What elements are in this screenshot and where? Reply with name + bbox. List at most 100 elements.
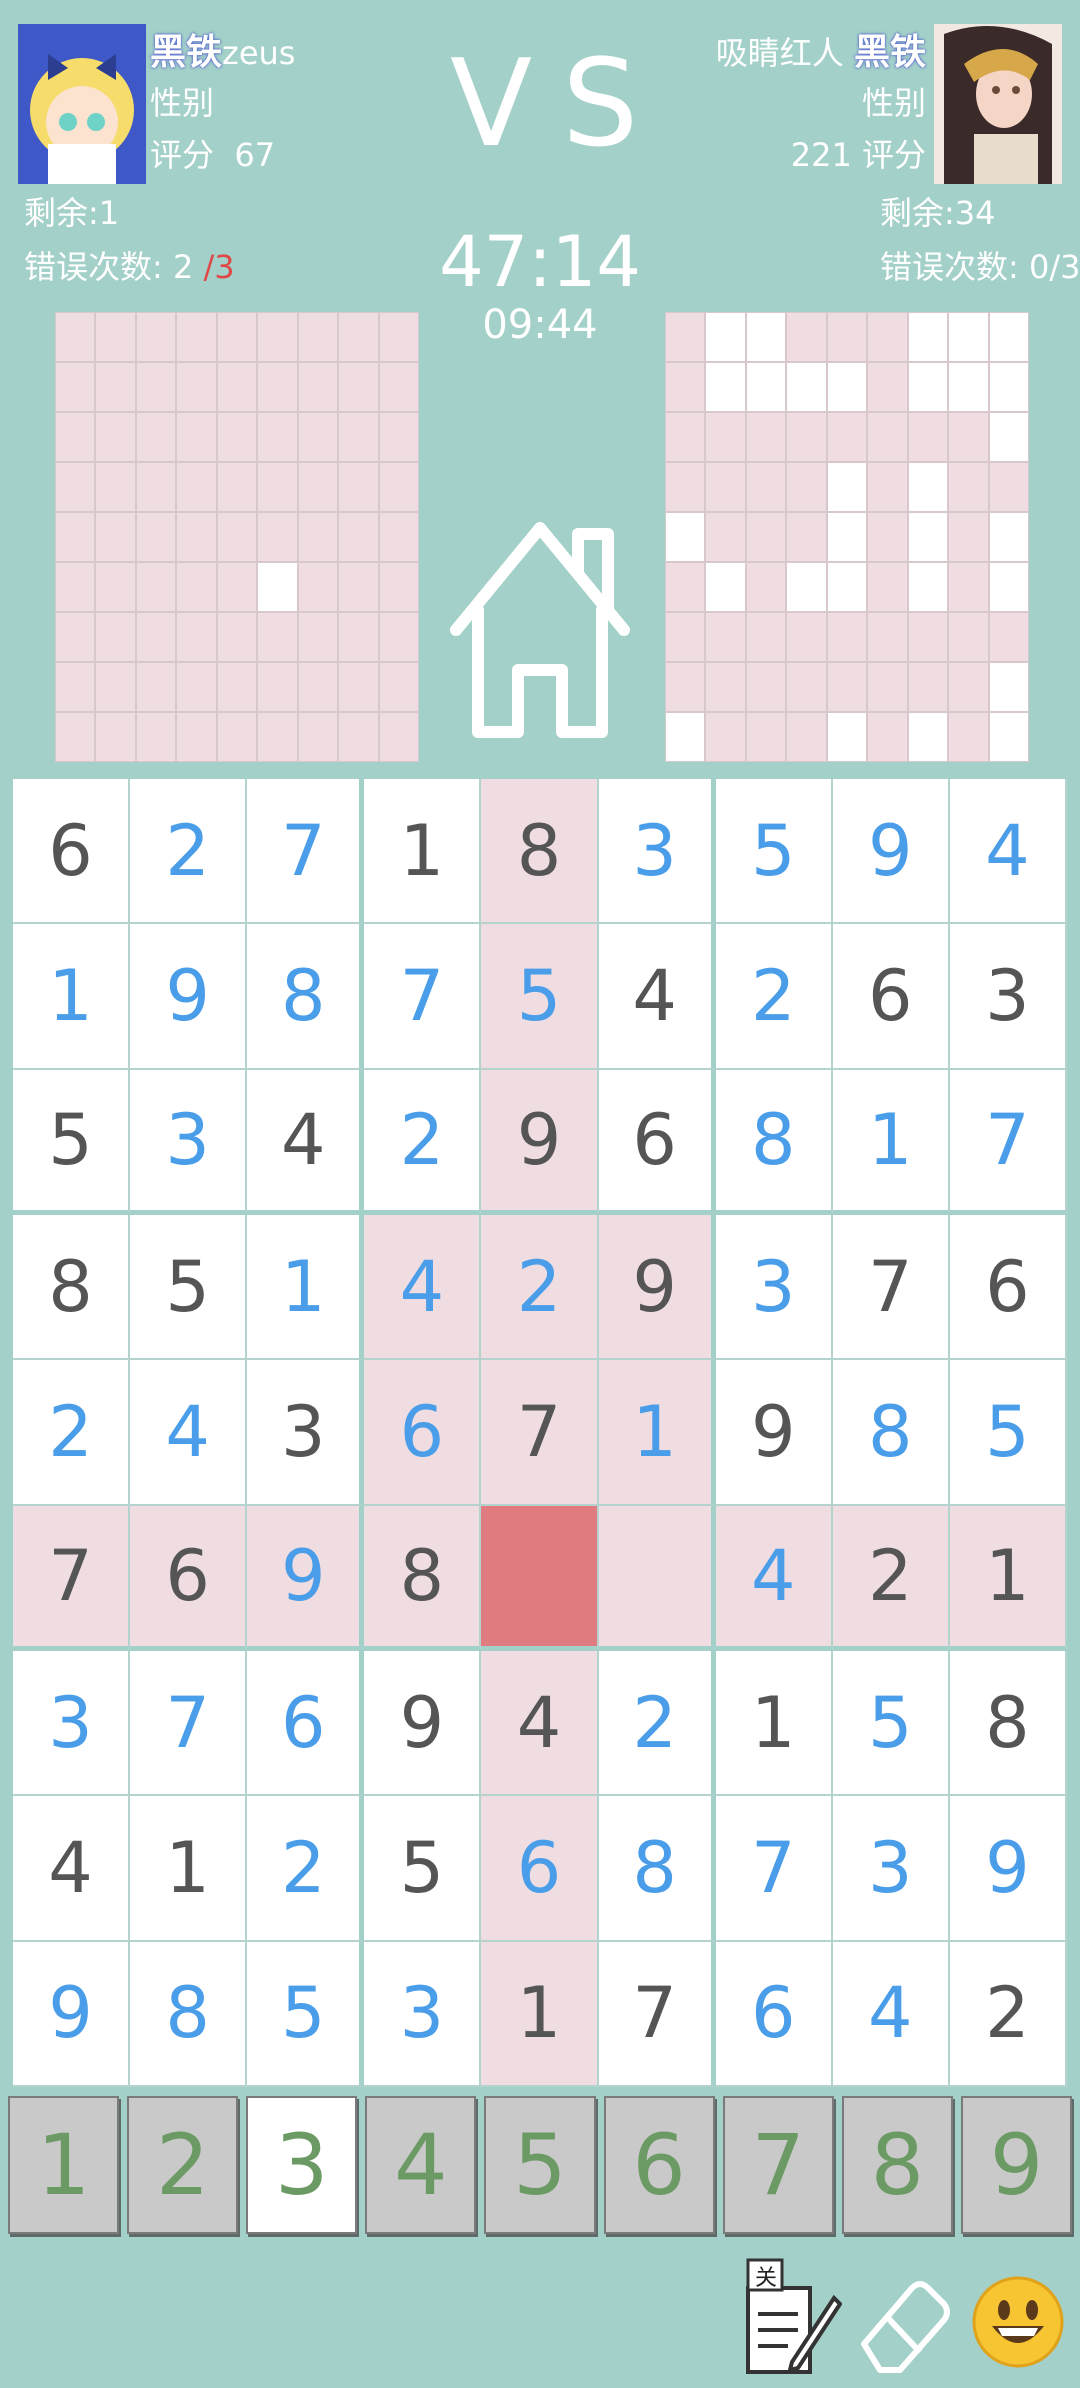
- board-cell-r1-c1[interactable]: 6: [13, 779, 131, 925]
- board-cell-r3-c3[interactable]: 4: [247, 1069, 365, 1215]
- board-cell-r7-c9[interactable]: 8: [949, 1650, 1067, 1797]
- board-cell-r2-c4[interactable]: 7: [364, 924, 482, 1070]
- board-cell-r1-c4[interactable]: 1: [364, 779, 482, 925]
- numpad-key-5[interactable]: 5: [484, 2096, 596, 2234]
- board-cell-r8-c7[interactable]: 7: [715, 1796, 833, 1942]
- board-cell-r1-c2[interactable]: 2: [130, 779, 248, 925]
- board-cell-r8-c1[interactable]: 4: [13, 1796, 131, 1942]
- board-cell-r5-c7[interactable]: 9: [715, 1360, 833, 1506]
- board-cell-r3-c4[interactable]: 2: [364, 1069, 482, 1215]
- board-cell-r5-c8[interactable]: 8: [832, 1360, 950, 1506]
- board-cell-r6-c7[interactable]: 4: [715, 1505, 833, 1651]
- board-cell-r9-c1[interactable]: 9: [13, 1941, 131, 2087]
- board-cell-r6-c9[interactable]: 1: [949, 1505, 1067, 1651]
- numpad-key-3[interactable]: 3: [246, 2096, 358, 2234]
- board-cell-r6-c8[interactable]: 2: [832, 1505, 950, 1651]
- board-cell-r9-c9[interactable]: 2: [949, 1941, 1067, 2087]
- board-cell-r9-c5[interactable]: 1: [481, 1941, 599, 2087]
- board-cell-r2-c1[interactable]: 1: [13, 924, 131, 1070]
- board-cell-r3-c2[interactable]: 3: [130, 1069, 248, 1215]
- right-mini-cell: [745, 412, 787, 462]
- board-cell-r8-c6[interactable]: 8: [598, 1796, 716, 1942]
- board-cell-r5-c1[interactable]: 2: [13, 1360, 131, 1506]
- board-cell-r7-c1[interactable]: 3: [13, 1650, 131, 1797]
- numpad-key-1[interactable]: 1: [8, 2096, 120, 2234]
- board-cell-r9-c8[interactable]: 4: [832, 1941, 950, 2087]
- board-cell-r9-c4[interactable]: 3: [364, 1941, 482, 2087]
- board-cell-r5-c4[interactable]: 6: [364, 1360, 482, 1506]
- board-cell-r9-c2[interactable]: 8: [130, 1941, 248, 2087]
- board-cell-r6-c4[interactable]: 8: [364, 1505, 482, 1651]
- board-cell-r5-c9[interactable]: 5: [949, 1360, 1067, 1506]
- numpad-key-9[interactable]: 9: [960, 2096, 1072, 2234]
- board-cell-r7-c5[interactable]: 4: [481, 1650, 599, 1797]
- board-cell-r2-c6[interactable]: 4: [598, 924, 716, 1070]
- board-cell-r8-c4[interactable]: 5: [364, 1796, 482, 1942]
- board-cell-r5-c3[interactable]: 3: [247, 1360, 365, 1506]
- board-cell-r4-c9[interactable]: 6: [949, 1214, 1067, 1361]
- board-cell-r6-c6[interactable]: [598, 1505, 716, 1651]
- home-icon[interactable]: [448, 510, 632, 750]
- board-cell-r6-c3[interactable]: 9: [247, 1505, 365, 1651]
- board-cell-r8-c3[interactable]: 2: [247, 1796, 365, 1942]
- board-cell-r5-c2[interactable]: 4: [130, 1360, 248, 1506]
- board-cell-r9-c7[interactable]: 6: [715, 1941, 833, 2087]
- board-cell-r3-c7[interactable]: 8: [715, 1069, 833, 1215]
- emoji-button[interactable]: [972, 2268, 1064, 2376]
- board-cell-r4-c3[interactable]: 1: [247, 1214, 365, 1361]
- numpad-key-8[interactable]: 8: [841, 2096, 953, 2234]
- board-cell-r1-c5[interactable]: 8: [481, 779, 599, 925]
- board-cell-r4-c5[interactable]: 2: [481, 1214, 599, 1361]
- board-cell-r3-c9[interactable]: 7: [949, 1069, 1067, 1215]
- board-cell-r2-c5[interactable]: 5: [481, 924, 599, 1070]
- board-cell-r5-c6[interactable]: 1: [598, 1360, 716, 1506]
- board-cell-r4-c8[interactable]: 7: [832, 1214, 950, 1361]
- board-cell-r3-c6[interactable]: 6: [598, 1069, 716, 1215]
- left-player-avatar[interactable]: [18, 24, 146, 184]
- board-cell-r7-c3[interactable]: 6: [247, 1650, 365, 1797]
- board-cell-r7-c6[interactable]: 2: [598, 1650, 716, 1797]
- board-cell-r9-c3[interactable]: 5: [247, 1941, 365, 2087]
- board-cell-r3-c8[interactable]: 1: [832, 1069, 950, 1215]
- board-cell-r8-c8[interactable]: 3: [832, 1796, 950, 1942]
- board-cell-r1-c9[interactable]: 4: [949, 779, 1067, 925]
- board-cell-r7-c2[interactable]: 7: [130, 1650, 248, 1797]
- numpad-key-7[interactable]: 7: [722, 2096, 834, 2234]
- board-cell-r1-c3[interactable]: 7: [247, 779, 365, 925]
- board-cell-r4-c6[interactable]: 9: [598, 1214, 716, 1361]
- board-cell-r2-c8[interactable]: 6: [832, 924, 950, 1070]
- board-cell-r2-c2[interactable]: 9: [130, 924, 248, 1070]
- numpad-key-4[interactable]: 4: [365, 2096, 477, 2234]
- board-cell-r7-c4[interactable]: 9: [364, 1650, 482, 1797]
- numpad-key-2[interactable]: 2: [127, 2096, 239, 2234]
- board-cell-r1-c6[interactable]: 3: [598, 779, 716, 925]
- board-cell-r6-c5[interactable]: [481, 1505, 599, 1651]
- board-cell-r9-c6[interactable]: 7: [598, 1941, 716, 2087]
- board-cell-r7-c7[interactable]: 1: [715, 1650, 833, 1797]
- board-cell-r8-c5[interactable]: 6: [481, 1796, 599, 1942]
- board-cell-r4-c7[interactable]: 3: [715, 1214, 833, 1361]
- board-cell-r4-c2[interactable]: 5: [130, 1214, 248, 1361]
- board-cell-r8-c9[interactable]: 9: [949, 1796, 1067, 1942]
- left-mini-cell: [338, 412, 379, 462]
- board-cell-r2-c3[interactable]: 8: [247, 924, 365, 1070]
- board-cell-r3-c5[interactable]: 9: [481, 1069, 599, 1215]
- board-cell-r8-c2[interactable]: 1: [130, 1796, 248, 1942]
- board-cell-r6-c1[interactable]: 7: [13, 1505, 131, 1651]
- board-cell-r6-c2[interactable]: 6: [130, 1505, 248, 1651]
- board-cell-r2-c9[interactable]: 3: [949, 924, 1067, 1070]
- board-cell-r4-c4[interactable]: 4: [364, 1214, 482, 1361]
- notes-toggle-button[interactable]: 关: [742, 2258, 843, 2378]
- board-cell-r3-c1[interactable]: 5: [13, 1069, 131, 1215]
- board-cell-r1-c7[interactable]: 5: [715, 779, 833, 925]
- board-cell-r2-c7[interactable]: 2: [715, 924, 833, 1070]
- board-cell-r5-c5[interactable]: 7: [481, 1360, 599, 1506]
- board-cell-r7-c8[interactable]: 5: [832, 1650, 950, 1797]
- right-player-avatar[interactable]: [934, 24, 1062, 184]
- eraser-button[interactable]: [850, 2270, 950, 2380]
- right-mini-cell: [907, 512, 949, 562]
- board-cell-r4-c1[interactable]: 8: [13, 1214, 131, 1361]
- right-mini-cell: [745, 712, 787, 762]
- board-cell-r1-c8[interactable]: 9: [832, 779, 950, 925]
- numpad-key-6[interactable]: 6: [603, 2096, 715, 2234]
